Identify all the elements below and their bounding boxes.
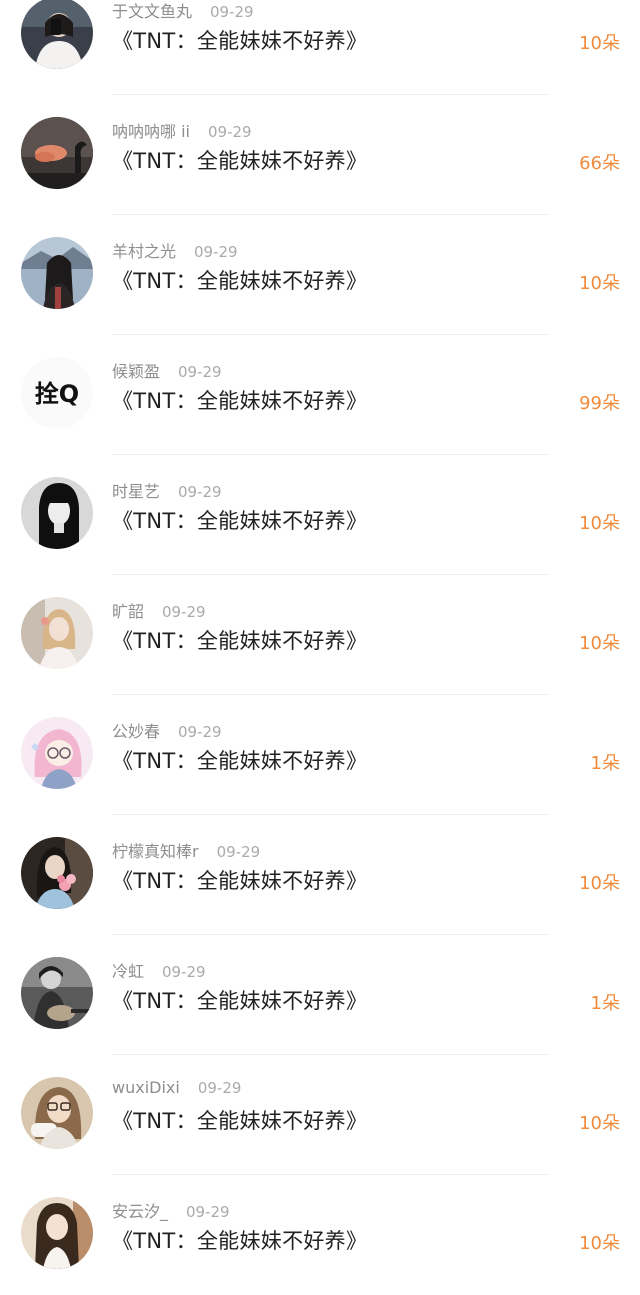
- user-meta: 羊村之光 09-29: [112, 238, 238, 262]
- date: 09-29: [207, 123, 252, 141]
- date: 09-29: [178, 483, 222, 501]
- list-item[interactable]: wuxiDixi 09-29 《TNT：全能妹妹不好养》 10朵: [0, 1055, 640, 1175]
- user-name[interactable]: 旷韶: [112, 602, 144, 621]
- user-name[interactable]: wuxiDixi: [112, 1078, 180, 1097]
- flower-count: 10朵: [579, 1233, 620, 1254]
- flower-girl-avatar-icon[interactable]: [21, 837, 93, 909]
- user-name[interactable]: 于文文鱼丸: [112, 2, 192, 21]
- date: 09-29: [216, 843, 261, 861]
- flower-count: 10朵: [579, 33, 620, 54]
- book-title: 《TNT：全能妹妹不好养》: [112, 749, 368, 773]
- list-item[interactable]: 公妙春 09-29 《TNT：全能妹妹不好养》 1朵: [0, 695, 640, 815]
- user-meta: 冷虹 09-29: [112, 958, 206, 982]
- list-item[interactable]: 拴Q 候颖盈 09-29 《TNT：全能妹妹不好养》 99朵: [0, 335, 640, 455]
- list-item[interactable]: 旷韶 09-29 《TNT：全能妹妹不好养》 10朵: [0, 575, 640, 695]
- user-meta: 时星艺 09-29: [112, 478, 222, 502]
- book-title: 《TNT：全能妹妹不好养》: [112, 1229, 368, 1253]
- flower-count: 10朵: [579, 513, 620, 534]
- longhair-girl-avatar-icon[interactable]: [21, 1197, 93, 1269]
- bw-portrait-avatar-icon[interactable]: [21, 477, 93, 549]
- girl-phone-avatar-icon[interactable]: [21, 0, 93, 69]
- date: 09-29: [162, 963, 206, 981]
- anime-girl-avatar-icon[interactable]: [21, 717, 93, 789]
- user-name[interactable]: 羊村之光: [112, 242, 176, 261]
- date: 09-29: [162, 603, 206, 621]
- list-item[interactable]: 安云汐_ 09-29 《TNT：全能妹妹不好养》 10朵: [0, 1175, 640, 1295]
- flower-count: 10朵: [579, 633, 620, 654]
- flower-count: 99朵: [579, 393, 620, 414]
- user-meta: 旷韶 09-29: [112, 598, 206, 622]
- list-item[interactable]: 于文文鱼丸 09-29 《TNT：全能妹妹不好养》 10朵: [0, 0, 640, 95]
- date: 09-29: [186, 1203, 230, 1221]
- user-name[interactable]: 时星艺: [112, 482, 160, 501]
- book-title: 《TNT：全能妹妹不好养》: [112, 509, 368, 533]
- blonde-girl-avatar-icon[interactable]: [21, 597, 93, 669]
- date: 09-29: [210, 3, 254, 21]
- user-meta: 安云汐_ 09-29: [112, 1198, 230, 1222]
- text-avatar-icon[interactable]: 拴Q: [21, 357, 93, 429]
- gift-list: 于文文鱼丸 09-29 《TNT：全能妹妹不好养》 10朵 呐呐呐哪 ii 09-2…: [0, 0, 640, 1295]
- book-title: 《TNT：全能妹妹不好养》: [112, 869, 368, 893]
- date: 09-29: [194, 243, 238, 261]
- user-meta: 候颖盈 09-29: [112, 358, 222, 382]
- user-name[interactable]: 候颖盈: [112, 362, 160, 381]
- flower-count: 1朵: [590, 993, 620, 1014]
- date: 09-29: [178, 723, 222, 741]
- lake-girl-avatar-icon[interactable]: [21, 237, 93, 309]
- book-title: 《TNT：全能妹妹不好养》: [112, 389, 368, 413]
- user-meta: 于文文鱼丸 09-29: [112, 0, 254, 22]
- flower-count: 66朵: [579, 153, 620, 174]
- book-title: 《TNT：全能妹妹不好养》: [112, 269, 368, 293]
- guitar-boy-avatar-icon[interactable]: [21, 957, 93, 1029]
- book-title: 《TNT：全能妹妹不好养》: [112, 149, 368, 173]
- book-title: 《TNT：全能妹妹不好养》: [112, 29, 368, 53]
- book-title: 《TNT：全能妹妹不好养》: [112, 629, 368, 653]
- user-meta: 柠檬真知棒r 09-29: [112, 838, 260, 862]
- flower-count: 10朵: [579, 273, 620, 294]
- user-meta: 呐呐呐哪 ii 09-29: [112, 118, 252, 142]
- list-item[interactable]: 羊村之光 09-29 《TNT：全能妹妹不好养》 10朵: [0, 215, 640, 335]
- user-meta: wuxiDixi 09-29: [112, 1078, 241, 1097]
- list-item[interactable]: 柠檬真知棒r 09-29 《TNT：全能妹妹不好养》 10朵: [0, 815, 640, 935]
- date: 09-29: [197, 1079, 242, 1097]
- user-name[interactable]: 安云汐_: [112, 1202, 168, 1221]
- user-name[interactable]: 柠檬真知棒r: [112, 842, 199, 861]
- list-item[interactable]: 冷虹 09-29 《TNT：全能妹妹不好养》 1朵: [0, 935, 640, 1055]
- book-title: 《TNT：全能妹妹不好养》: [112, 1109, 368, 1133]
- flower-count: 10朵: [579, 1113, 620, 1134]
- user-name[interactable]: 公妙春: [112, 722, 160, 741]
- user-name[interactable]: 冷虹: [112, 962, 144, 981]
- user-name[interactable]: 呐呐呐哪 ii: [112, 122, 190, 141]
- flower-count: 10朵: [579, 873, 620, 894]
- avatar-text: 拴Q: [35, 380, 79, 408]
- sunset-cloud-avatar-icon[interactable]: [21, 117, 93, 189]
- list-item[interactable]: 时星艺 09-29 《TNT：全能妹妹不好养》 10朵: [0, 455, 640, 575]
- list-item[interactable]: 呐呐呐哪 ii 09-29 《TNT：全能妹妹不好养》 66朵: [0, 95, 640, 215]
- flower-count: 1朵: [590, 753, 620, 774]
- glasses-girl-avatar-icon[interactable]: [21, 1077, 93, 1149]
- date: 09-29: [178, 363, 222, 381]
- user-meta: 公妙春 09-29: [112, 718, 222, 742]
- book-title: 《TNT：全能妹妹不好养》: [112, 989, 368, 1013]
